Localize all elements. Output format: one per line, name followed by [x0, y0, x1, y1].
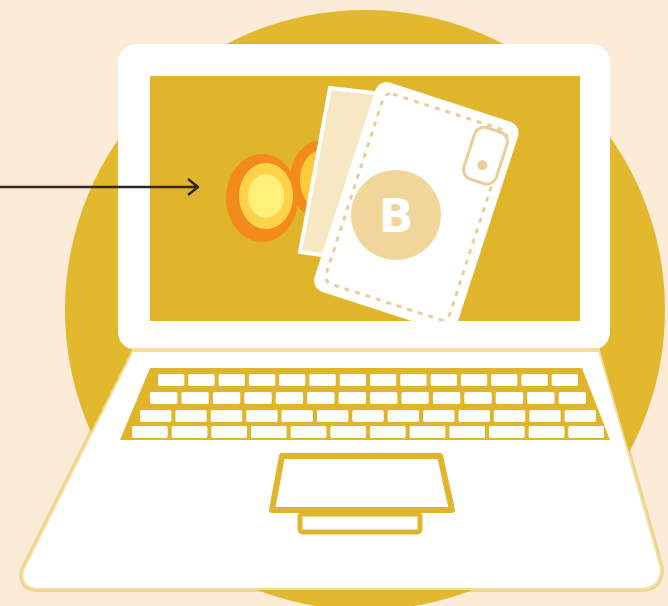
keyboard-key [244, 392, 272, 404]
keyboard-key [527, 392, 555, 404]
keyboard-key [458, 410, 490, 422]
keyboard-key [158, 374, 185, 386]
keyboard-key [290, 426, 327, 438]
keyboard-key [307, 392, 335, 404]
keyboard-key [246, 410, 278, 422]
keyboard-key [491, 374, 518, 386]
keyboard-key [529, 410, 561, 422]
keyboard-key [558, 392, 586, 404]
keyboard-key [528, 426, 565, 438]
keyboard-key [171, 426, 208, 438]
keyboard-key [432, 392, 461, 404]
keyboard-key [495, 392, 524, 404]
keyboard-key [150, 392, 178, 404]
keyboard-key [568, 426, 604, 438]
keyboard-key [449, 426, 485, 438]
keyboard-key [370, 426, 406, 438]
keyboard-key [401, 392, 429, 404]
keyboard-key [493, 410, 526, 422]
keyboard-key [387, 410, 420, 422]
keyboard-key [370, 374, 397, 386]
keyboard-key [464, 392, 492, 404]
keyboard-key [352, 410, 384, 422]
keyboard-key [564, 410, 596, 422]
keyboard-key [181, 392, 209, 404]
keyboard-key [212, 392, 241, 404]
keyboard-key [281, 410, 313, 422]
keyboard-key [338, 392, 366, 404]
keyboard-key [175, 410, 207, 422]
keyboard-key [339, 374, 366, 386]
wallet-badge-letter: B [378, 189, 413, 243]
keyboard-key [140, 410, 172, 422]
keyboard-key [218, 374, 245, 386]
keyboard-key [309, 374, 336, 386]
keyboard-key [370, 392, 398, 404]
keyboard-key [316, 410, 349, 422]
trackpad [269, 453, 455, 513]
keyboard-key [188, 374, 215, 386]
keyboard-key [521, 374, 548, 386]
keyboard-key [460, 374, 488, 386]
keyboard-key [251, 426, 287, 438]
keyboard-key [210, 410, 243, 422]
keyboard-key [275, 392, 304, 404]
keyboard-key [330, 426, 366, 438]
keyboard-key [132, 426, 168, 438]
keyboard-key [279, 374, 306, 386]
crypto-wallet-illustration: B [0, 10, 665, 606]
keyboard-key [409, 426, 446, 438]
keyboard-key [551, 374, 578, 386]
keyboard-key [400, 374, 427, 386]
keyboard-key [211, 426, 247, 438]
keyboard-key [423, 410, 455, 422]
keyboard-key [489, 426, 525, 438]
keyboard-key [248, 374, 276, 386]
keyboard-key [430, 374, 457, 386]
